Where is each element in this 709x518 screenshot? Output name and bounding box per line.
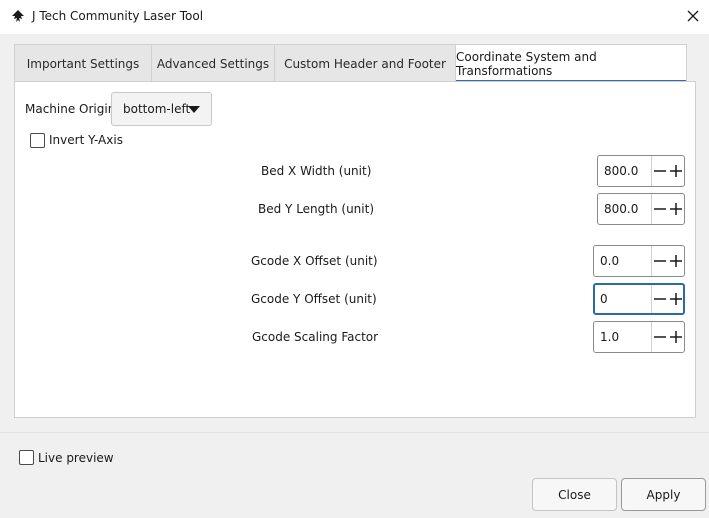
gcode-x-offset-input[interactable] [594, 246, 650, 276]
tab-custom-header-footer[interactable]: Custom Header and Footer [274, 44, 456, 82]
invert-y-checkbox[interactable] [30, 133, 45, 148]
gcode-x-offset-label: Gcode X Offset (unit) [251, 254, 378, 268]
tab-label: Custom Header and Footer [284, 56, 446, 71]
title-bar: J Tech Community Laser Tool [0, 0, 709, 34]
apply-button-label: Apply [646, 487, 681, 502]
decrement-button[interactable] [652, 285, 668, 313]
divider [0, 432, 709, 433]
increment-button[interactable] [668, 322, 684, 352]
bed-x-width-label: Bed X Width (unit) [261, 164, 372, 178]
live-preview-label: Live preview [38, 451, 114, 465]
increment-button[interactable] [668, 246, 684, 276]
gcode-y-offset-spinbox [593, 283, 685, 315]
decrement-button[interactable] [652, 156, 668, 186]
live-preview-checkbox[interactable] [19, 450, 34, 465]
increment-button[interactable] [668, 285, 684, 313]
minus-icon [654, 298, 666, 300]
gcode-scaling-factor-label: Gcode Scaling Factor [252, 330, 379, 344]
bed-x-width-spinbox [597, 155, 685, 187]
plus-icon [670, 165, 682, 177]
gcode-x-offset-spinbox [593, 245, 685, 277]
window-title: J Tech Community Laser Tool [32, 9, 204, 23]
minus-icon [654, 170, 666, 172]
plus-icon [670, 293, 682, 305]
tab-bar: Important Settings Advanced Settings Cus… [14, 44, 696, 82]
invert-y-label: Invert Y-Axis [49, 133, 123, 147]
tab-important-settings[interactable]: Important Settings [14, 44, 152, 82]
decrement-button[interactable] [652, 194, 668, 224]
dropdown-arrow-icon [188, 106, 200, 113]
gcode-scaling-factor-spinbox [593, 321, 685, 353]
machine-origin-label: Machine Origin [25, 102, 116, 116]
plus-icon [670, 203, 682, 215]
bed-y-length-label: Bed Y Length (unit) [258, 202, 375, 216]
close-button[interactable]: Close [532, 478, 617, 511]
decrement-button[interactable] [652, 322, 668, 352]
apply-button[interactable]: Apply [621, 478, 706, 511]
close-icon[interactable] [684, 7, 702, 25]
bed-y-length-input[interactable] [598, 194, 650, 224]
close-button-label: Close [558, 487, 591, 502]
increment-button[interactable] [668, 156, 684, 186]
gcode-y-offset-label: Gcode Y Offset (unit) [251, 292, 377, 306]
bed-y-length-spinbox [597, 193, 685, 225]
increment-button[interactable] [668, 194, 684, 224]
minus-icon [654, 260, 666, 262]
plus-icon [670, 331, 682, 343]
gcode-scaling-factor-input[interactable] [594, 322, 650, 352]
gcode-y-offset-input[interactable] [595, 285, 650, 313]
tab-label: Coordinate System and Transformations [456, 49, 597, 78]
machine-origin-dropdown[interactable]: bottom-left [111, 92, 212, 126]
minus-icon [654, 336, 666, 338]
bed-x-width-input[interactable] [598, 156, 650, 186]
tab-label: Important Settings [26, 56, 140, 71]
tab-label: Advanced Settings [156, 56, 270, 71]
tab-coordinate-system[interactable]: Coordinate System and Transformations [455, 44, 687, 82]
tab-advanced-settings[interactable]: Advanced Settings [151, 44, 275, 82]
minus-icon [654, 208, 666, 210]
decrement-button[interactable] [652, 246, 668, 276]
inkscape-icon [12, 10, 24, 22]
machine-origin-value: bottom-left [123, 102, 191, 116]
plus-icon [670, 255, 682, 267]
